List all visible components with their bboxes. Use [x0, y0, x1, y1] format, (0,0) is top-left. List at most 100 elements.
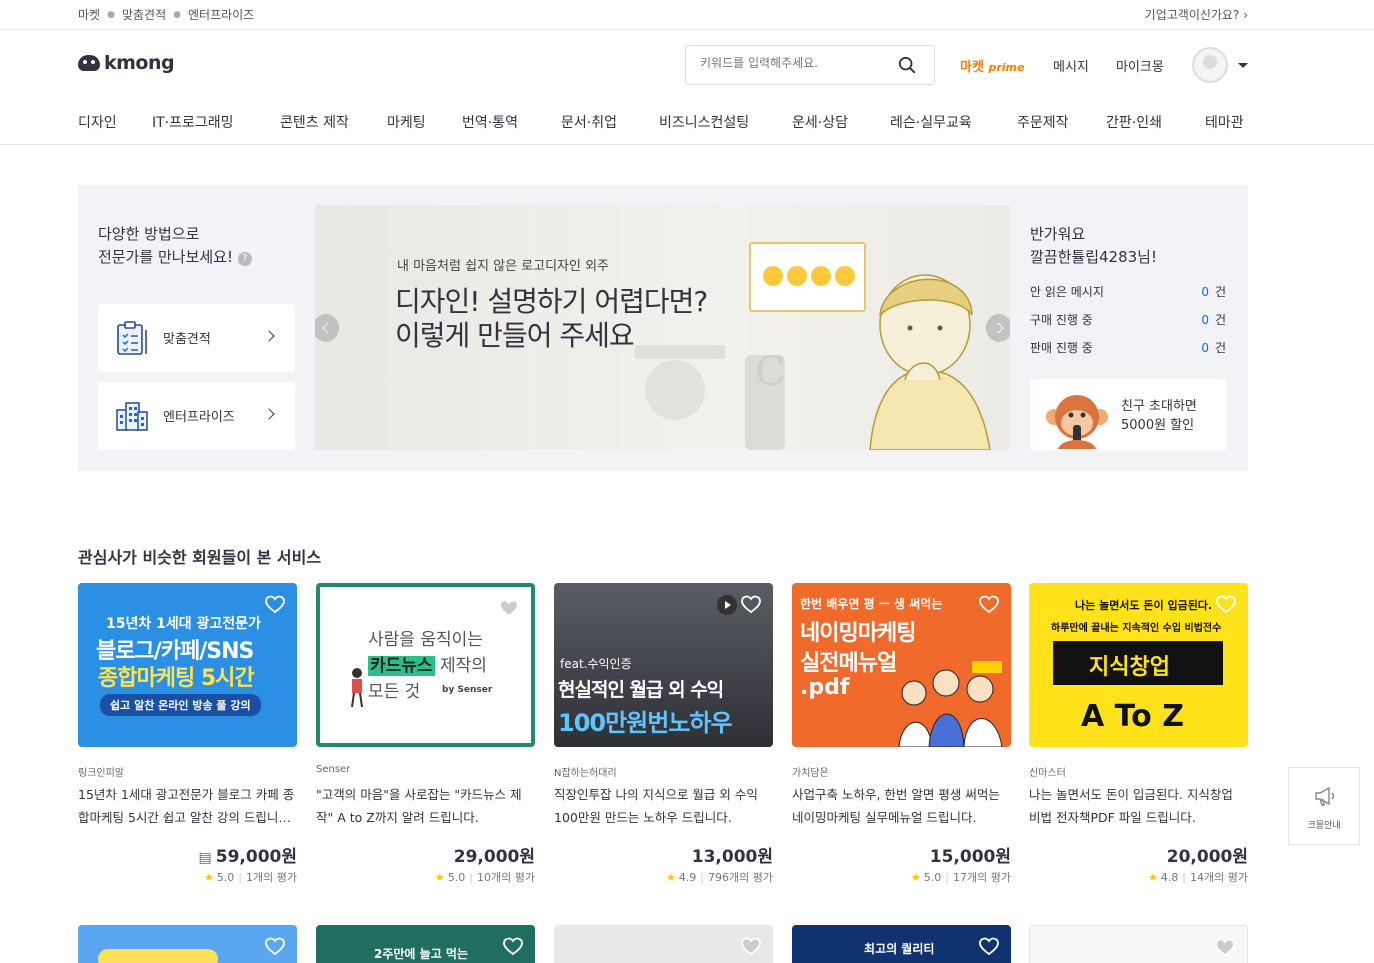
invite-friends-card[interactable]: 친구 초대하면 5000원 할인 [1030, 379, 1227, 451]
category-nav: 디자인 IT·프로그래밍 콘텐츠 제작 마케팅 번역·통역 문서·취업 비즈니스… [0, 104, 1374, 145]
seller-name[interactable]: 링크인피알 [78, 764, 124, 779]
category-documents[interactable]: 문서·취업 [561, 112, 617, 132]
service-title[interactable]: 직장인투잡 나의 지식으로 월급 외 수익 100만원 만드는 노하우 드립니다… [554, 783, 773, 829]
heart-icon[interactable] [265, 595, 285, 615]
thumb-text: 지식창업 [1089, 655, 1170, 680]
service-card[interactable]: 한번 배우면 평 ㅡ 생 써먹는 네이밍마케팅 실전메뉴얼 .pdf 가치담은 … [792, 583, 1011, 884]
rating: ★ 5.0 | 17개의 평가 [911, 869, 1011, 885]
caret-down-icon[interactable] [1238, 63, 1248, 68]
search-input[interactable] [700, 56, 890, 70]
rating-value: 4.8 [1160, 871, 1179, 884]
stat-value: 0건 [1201, 283, 1226, 300]
service-thumbnail[interactable]: 한번 배우면 평 ㅡ 생 써먹는 네이밍마케팅 실전메뉴얼 .pdf [792, 583, 1011, 747]
search-box [685, 45, 935, 85]
service-title[interactable]: 15년차 1세대 광고전문가 블로그 카페 종합마케팅 5시간 쉽고 알찬 강의… [78, 783, 297, 829]
price: 13,000원 [691, 847, 773, 867]
service-thumbnail[interactable] [554, 925, 773, 963]
enterprise-label: 엔터프라이즈 [163, 410, 235, 425]
service-thumbnail[interactable]: 15년차 1세대 광고전문가 블로그/카페/SNS 종합마케팅 5시간 쉽고 알… [78, 583, 297, 747]
service-thumbnail[interactable] [78, 925, 297, 963]
service-thumbnail[interactable]: 2주만에 늘고 먹는 [316, 925, 535, 963]
people-illustration [898, 661, 1003, 747]
heart-icon[interactable] [979, 937, 999, 957]
service-title[interactable]: 사업구축 노하우, 한번 알면 평생 써먹는 네이밍마케팅 실무메뉴얼 드립니다… [792, 783, 1011, 829]
seller-name[interactable]: 신마스터 [1029, 764, 1066, 779]
heart-icon[interactable] [741, 937, 761, 957]
custom-quote-link[interactable]: 맞춤견적 [122, 6, 166, 23]
heart-icon[interactable] [503, 937, 523, 957]
service-card[interactable]: feat.수익인증 현실적인 월급 외 수익 100만원번노하우 N잡하는허대리… [554, 583, 773, 884]
heart-icon[interactable] [1216, 595, 1236, 615]
category-theme[interactable]: 테마관 [1205, 112, 1244, 132]
unread-messages-stat[interactable]: 안 읽은 메시지 0 건 [1030, 283, 1226, 300]
stat-unit: 건 [1214, 285, 1226, 299]
stat-label: 안 읽은 메시지 [1030, 285, 1104, 299]
seller-name[interactable]: 가치담은 [792, 764, 829, 779]
service-title[interactable]: "고객의 마음"을 사로잡는 "카드뉴스 제작" A to Z까지 알려 드립니… [316, 783, 535, 829]
enterprise-link[interactable]: 엔터프라이즈 [188, 6, 254, 23]
promo-banner[interactable]: C 내 마음처럼 쉽지 않은 로고디자인 외주 디자인! 설명하기 어렵다면? … [315, 205, 1010, 450]
category-lessons[interactable]: 레슨·실무교육 [890, 112, 972, 132]
divider: | [469, 871, 474, 884]
stat-label: 판매 진행 중 [1030, 341, 1093, 355]
stat-count: 0 [1201, 341, 1209, 355]
heart-icon[interactable] [979, 595, 999, 615]
seller-name[interactable]: Senser [316, 764, 350, 775]
category-business-consulting[interactable]: 비즈니스컨설팅 [659, 112, 749, 132]
chevron-right-icon: › [1243, 8, 1248, 22]
heart-icon[interactable] [741, 595, 761, 615]
thumb-text: 실전메뉴얼 [800, 651, 897, 676]
my-kmong-link[interactable]: 마이크몽 [1116, 56, 1164, 75]
thinking-person-illustration [869, 274, 991, 450]
separator-dot: ● [173, 9, 181, 20]
service-thumbnail[interactable] [1029, 925, 1248, 963]
service-card[interactable]: 15년차 1세대 광고전문가 블로그/카페/SNS 종합마케팅 5시간 쉽고 알… [78, 583, 297, 884]
service-card[interactable]: 사람을 움직이는 카드뉴스 제작의 모든 것 by Senser Senser … [316, 583, 535, 884]
heart-icon[interactable] [1215, 938, 1235, 958]
review-count: 1개의 평가 [246, 871, 297, 884]
custom-quote-button[interactable]: 맞춤견적 [98, 304, 295, 372]
heart-icon[interactable] [265, 937, 285, 957]
kmong-guide-button[interactable]: 크몽안내 [1288, 767, 1360, 845]
thumb-text: by Senser [442, 685, 493, 695]
banner-subtitle: 내 마음처럼 쉽지 않은 로고디자인 외주 [397, 259, 610, 274]
logo-wordmark: kmong [104, 52, 175, 74]
clipboard-checklist-icon [117, 321, 147, 355]
market-label: 마켓 [960, 60, 984, 75]
messages-link[interactable]: 메시지 [1053, 56, 1089, 75]
service-thumbnail[interactable]: feat.수익인증 현실적인 월급 외 수익 100만원번노하우 [554, 583, 773, 747]
avatar[interactable] [1192, 47, 1228, 83]
category-fortune[interactable]: 운세·상담 [792, 112, 848, 132]
service-card[interactable]: 나는 놀면서도 돈이 입금된다. 하루만에 끝내는 지속적인 수입 비법전수 지… [1029, 583, 1248, 884]
kmong-logo[interactable]: kmong [78, 52, 175, 74]
building-icon [116, 402, 148, 431]
category-marketing[interactable]: 마케팅 [387, 112, 426, 132]
category-it-programming[interactable]: IT·프로그래밍 [152, 112, 234, 132]
category-design[interactable]: 디자인 [78, 112, 117, 132]
category-translation[interactable]: 번역·통역 [462, 112, 518, 132]
selling-in-progress-stat[interactable]: 판매 진행 중 0건 [1030, 339, 1226, 356]
stat-count: 0 [1201, 313, 1209, 327]
thinking-emoji-icon [787, 266, 807, 286]
service-thumbnail[interactable]: 사람을 움직이는 카드뉴스 제작의 모든 것 by Senser [316, 583, 535, 747]
market-link[interactable]: 마켓 [78, 6, 100, 23]
stat-unit: 건 [1214, 313, 1226, 327]
stat-count: 0 [1201, 285, 1209, 299]
service-title[interactable]: 나는 놀면서도 돈이 입금된다. 지식창업 비법 전자책PDF 파일 드립니다. [1029, 783, 1248, 829]
enterprise-customer-link[interactable]: 기업고객이신가요? › [1145, 6, 1248, 23]
category-custom-order[interactable]: 주문제작 [1017, 112, 1069, 132]
category-signage-print[interactable]: 간판·인쇄 [1106, 112, 1162, 132]
category-content[interactable]: 콘텐츠 제작 [280, 112, 349, 132]
service-thumbnail[interactable]: 나는 놀면서도 돈이 입금된다. 하루만에 끝내는 지속적인 수입 비법전수 지… [1029, 583, 1248, 747]
seller-name[interactable]: N잡하는허대리 [554, 764, 617, 779]
search-icon[interactable] [898, 56, 916, 74]
help-icon[interactable]: ? [237, 252, 252, 266]
service-thumbnail[interactable]: 최고의 퀄리티 [792, 925, 1011, 963]
enterprise-button[interactable]: 엔터프라이즈 [98, 382, 295, 450]
market-prime-link[interactable]: 마켓 prime [960, 56, 1024, 75]
banner-next-button[interactable] [986, 314, 1010, 342]
banner-prev-button[interactable] [315, 314, 339, 342]
buying-in-progress-stat[interactable]: 구매 진행 중 0건 [1030, 311, 1226, 328]
heart-icon[interactable] [499, 599, 519, 619]
thumb-text: 하루만에 끝내는 지속적인 수입 비법전수 [1051, 623, 1222, 634]
